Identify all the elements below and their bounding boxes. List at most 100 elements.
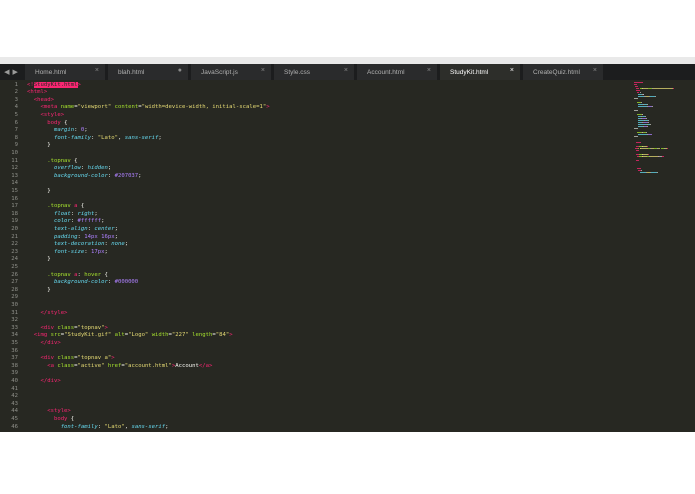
code-line[interactable]: 16 — [0, 196, 632, 204]
minimap-stroke — [642, 114, 644, 115]
forward-arrow-icon[interactable]: ▶ — [13, 68, 18, 76]
tab-label: Account.html — [367, 68, 405, 76]
code-line[interactable]: 9 } — [0, 142, 632, 150]
minimap[interactable] — [632, 80, 695, 432]
line-number: 13 — [11, 172, 18, 179]
code-token: length — [192, 332, 213, 339]
tab-account-html[interactable]: Account.html × — [357, 64, 437, 80]
code-line[interactable]: 15 } — [0, 188, 632, 196]
code-editor[interactable]: 1 <!StudyKit.html> 2 <html> 3 <head> 4 <meta … — [0, 80, 695, 432]
minimap-stroke — [645, 116, 646, 117]
code-token: overflow — [53, 165, 81, 172]
code-line[interactable]: 26 .topnav a: hover { — [0, 272, 632, 280]
code-line[interactable]: 28 } — [0, 287, 632, 295]
close-icon[interactable]: × — [427, 67, 431, 74]
minimap-stroke — [638, 134, 648, 135]
code-line[interactable]: 42 — [0, 393, 632, 401]
code-line[interactable]: 41 — [0, 386, 632, 394]
code-token: content — [114, 104, 139, 111]
line-number: 21 — [11, 233, 18, 240]
code-line[interactable]: 3 <head> — [0, 97, 632, 105]
code-token: <! — [27, 81, 34, 88]
code-line[interactable]: 25 — [0, 264, 632, 272]
code-line[interactable]: 1 <!StudyKit.html> — [0, 81, 632, 90]
code-line[interactable]: 5 <style> — [0, 112, 632, 120]
tab-studykit-html[interactable]: StudyKit.html × — [440, 64, 520, 80]
code-line[interactable]: 44 <style> — [0, 408, 632, 416]
close-icon[interactable]: × — [510, 67, 514, 74]
code-token: alt — [114, 332, 125, 339]
back-arrow-icon[interactable]: ◀ — [4, 68, 9, 76]
tab-style-css[interactable]: Style.css × — [274, 64, 354, 80]
code-line[interactable]: 13 background-color: #207037; — [0, 173, 632, 181]
unsaved-dot-icon[interactable]: ● — [178, 67, 182, 74]
code-line[interactable]: 45 body { — [0, 416, 632, 424]
tab-createquiz-html[interactable]: CreateQuiz.html × — [523, 64, 603, 80]
code-line[interactable]: 20 text-align: center; — [0, 226, 632, 234]
close-icon[interactable]: × — [261, 67, 265, 74]
close-icon[interactable]: × — [593, 67, 597, 74]
code-line[interactable]: 43 — [0, 401, 632, 409]
code-text: } — [27, 142, 51, 150]
line-number: 43 — [11, 400, 18, 407]
code-line[interactable]: 22 text-decoration: none; — [0, 241, 632, 249]
code-line[interactable]: 46 font-family: "Lato", sans-serif; — [0, 424, 632, 432]
code-token: href — [107, 362, 122, 369]
code-line[interactable]: 21 padding: 14px 16px; — [0, 234, 632, 242]
code-token: ; — [165, 423, 169, 430]
line-number: 9 — [14, 142, 18, 149]
close-icon[interactable]: × — [344, 67, 348, 74]
code-token: "width=device-width, initial-scale=1" — [141, 104, 267, 111]
minimap-stroke — [646, 132, 648, 133]
code-line[interactable]: 34 <img src="StudyKit.gif" alt="Logo" wi… — [0, 332, 632, 340]
code-line[interactable]: 23 font-size: 17px; — [0, 249, 632, 257]
code-line[interactable]: 37 <div class="topnav a"> — [0, 355, 632, 363]
code-line[interactable]: 8 font-family: "Lato", sans-serif; — [0, 135, 632, 143]
code-line[interactable]: 36 — [0, 348, 632, 356]
code-token: "227" — [171, 332, 189, 339]
tab-javascript-js[interactable]: JavaScript.js × — [191, 64, 271, 80]
close-icon[interactable]: × — [95, 67, 99, 74]
line-number: 11 — [11, 157, 18, 164]
code-token: } — [27, 142, 51, 149]
code-line[interactable]: 35 </div> — [0, 340, 632, 348]
code-line[interactable]: 30 — [0, 302, 632, 310]
code-line[interactable]: 40 </div> — [0, 378, 632, 386]
code-token: } — [27, 286, 51, 293]
code-line[interactable]: 19 color: #ffffff; — [0, 218, 632, 226]
code-line[interactable]: 10 — [0, 150, 632, 158]
minimap-stroke — [636, 90, 641, 91]
code-line[interactable]: 39 — [0, 370, 632, 378]
code-token: ; — [114, 225, 118, 232]
line-number: 18 — [11, 210, 18, 217]
code-line[interactable]: 2 <html> — [0, 89, 632, 97]
code-text: background-color: #207037; — [27, 173, 142, 181]
code-line[interactable]: 4 <meta name="viewport" content="width=d… — [0, 104, 632, 112]
code-line[interactable]: 32 — [0, 317, 632, 325]
code-text: .topnav { — [27, 158, 77, 166]
line-number: 12 — [11, 165, 18, 172]
code-line[interactable]: 12 overflow: hidden; — [0, 165, 632, 173]
minimap-stroke — [638, 106, 648, 107]
code-token: <style> — [47, 408, 71, 415]
code-line[interactable]: 18 float: right; — [0, 211, 632, 219]
code-line[interactable]: 24 } — [0, 256, 632, 264]
code-token: { — [67, 415, 75, 422]
code-line[interactable]: 6 body { — [0, 120, 632, 128]
code-line[interactable]: 27 background-color: #000000 — [0, 279, 632, 287]
code-line[interactable]: 11 .topnav { — [0, 158, 632, 166]
code-line[interactable]: 17 .topnav a { — [0, 203, 632, 211]
code-line[interactable]: 31 </style> — [0, 310, 632, 318]
code-line[interactable]: 38 <a class="active" href="account.html"… — [0, 363, 632, 371]
tab-blah-html[interactable]: blah.html ● — [108, 64, 188, 80]
code-line[interactable]: 7 margin: 0; — [0, 127, 632, 135]
code-line[interactable]: 33 <div class="topnav"> — [0, 325, 632, 333]
code-line[interactable]: 14 — [0, 180, 632, 188]
tab-home-html[interactable]: Home.html × — [25, 64, 105, 80]
code-line[interactable]: 29 — [0, 294, 632, 302]
